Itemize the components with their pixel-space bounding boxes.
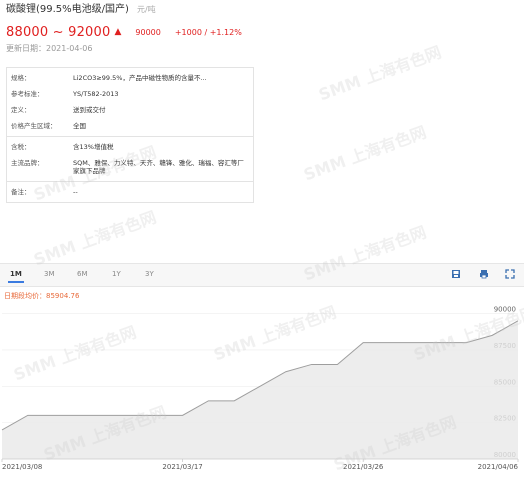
data-point[interactable]: [27, 414, 29, 416]
title-row: 碳酸锂(99.5%电池级/国产) 元/吨: [6, 3, 518, 17]
data-point[interactable]: [491, 334, 493, 336]
info-key: 备注：: [11, 188, 31, 196]
info-value: SQM、雅保、力义特、天齐、赣锋、雅化、瑞福、容汇等厂家旗下品牌: [73, 159, 244, 175]
data-point[interactable]: [52, 414, 54, 416]
data-point[interactable]: [130, 414, 132, 416]
product-title[interactable]: 碳酸锂(99.5%电池级/国产): [6, 4, 129, 15]
avg-price: 90000: [135, 27, 161, 37]
info-key: 定义：: [11, 106, 31, 114]
x-tick-label: 2021/04/06: [478, 463, 519, 471]
info-key: 主流品牌：: [11, 159, 44, 167]
chart-panel: 1M 3M 6M 1Y 3Y 日期段均价：85904.76 8000082500…: [0, 263, 524, 486]
data-point[interactable]: [414, 341, 416, 343]
info-row: 价格产生区域： 全国: [7, 118, 253, 134]
data-point[interactable]: [207, 400, 209, 402]
info-row: 规格： Li2CO3≥99.5%，产品中磁性物质的含量不...: [7, 70, 253, 86]
data-point[interactable]: [78, 414, 80, 416]
data-point[interactable]: [362, 341, 364, 343]
data-point[interactable]: [259, 385, 261, 387]
info-value: --: [73, 188, 78, 196]
data-point[interactable]: [233, 400, 235, 402]
unit-label: 元/吨: [136, 5, 156, 14]
info-value: 送到或交付: [73, 106, 106, 114]
x-tick-label: 2021/03/26: [343, 463, 384, 471]
up-arrow-icon: ▲: [114, 27, 122, 37]
info-row: 含税： 含13%增值税: [7, 139, 253, 155]
watermark: SMM 上海有色网: [31, 207, 159, 270]
info-value: Li2CO3≥99.5%，产品中磁性物质的含量不...: [73, 74, 207, 82]
price-change: +1000 / +1.12%: [174, 27, 242, 37]
info-key: 参考标准：: [11, 90, 44, 98]
data-point[interactable]: [336, 363, 338, 365]
x-tick-label: 2021/03/17: [162, 463, 202, 471]
info-row: 定义： 送到或交付: [7, 102, 253, 118]
info-key: 价格产生区域：: [11, 122, 57, 130]
price-chart: 80000825008500087500900002021/03/082021/…: [1, 306, 519, 471]
data-point[interactable]: [285, 371, 287, 373]
data-point[interactable]: [156, 414, 158, 416]
price-row: 88000 ~ 92000 ▲ 90000 +1000 / +1.12%: [6, 21, 518, 43]
data-point[interactable]: [310, 363, 312, 365]
update-date: 更新日期：2021-04-06: [6, 44, 93, 53]
info-value: YS/T582-2013: [73, 90, 119, 98]
data-point[interactable]: [465, 341, 467, 343]
info-row: 备注： --: [7, 184, 253, 200]
info-section-spec: 规格： Li2CO3≥99.5%，产品中磁性物质的含量不... 参考标准： YS/T5…: [7, 68, 253, 136]
data-point[interactable]: [181, 414, 183, 416]
info-section-remark: 备注： --: [7, 181, 253, 202]
info-row: 参考标准： YS/T582-2013: [7, 86, 253, 102]
info-row: 主流品牌： SQM、雅保、力义特、天齐、赣锋、雅化、瑞福、容汇等厂家旗下品牌: [7, 155, 253, 179]
data-point[interactable]: [439, 341, 441, 343]
info-section-tax: 含税： 含13%增值税主流品牌： SQM、雅保、力义特、天齐、赣锋、雅化、瑞福、容汇…: [7, 136, 253, 181]
watermark: SMM 上海有色网: [301, 122, 429, 185]
data-point[interactable]: [517, 320, 519, 322]
price-range: 88000 ~ 92000: [6, 24, 111, 40]
data-point[interactable]: [388, 341, 390, 343]
info-value: 全国: [73, 122, 86, 130]
price-header: 碳酸锂(99.5%电池级/国产) 元/吨 88000 ~ 92000 ▲ 9000…: [6, 0, 518, 55]
info-table: 规格： Li2CO3≥99.5%，产品中磁性物质的含量不... 参考标准： YS/T5…: [6, 67, 254, 203]
data-point[interactable]: [1, 429, 3, 431]
info-value: 含13%增值税: [73, 143, 114, 151]
info-key: 含税：: [11, 143, 31, 151]
x-tick-label: 2021/03/08: [2, 463, 42, 471]
data-point[interactable]: [104, 414, 106, 416]
info-key: 规格：: [11, 74, 31, 82]
y-tick-label: 90000: [494, 306, 516, 314]
